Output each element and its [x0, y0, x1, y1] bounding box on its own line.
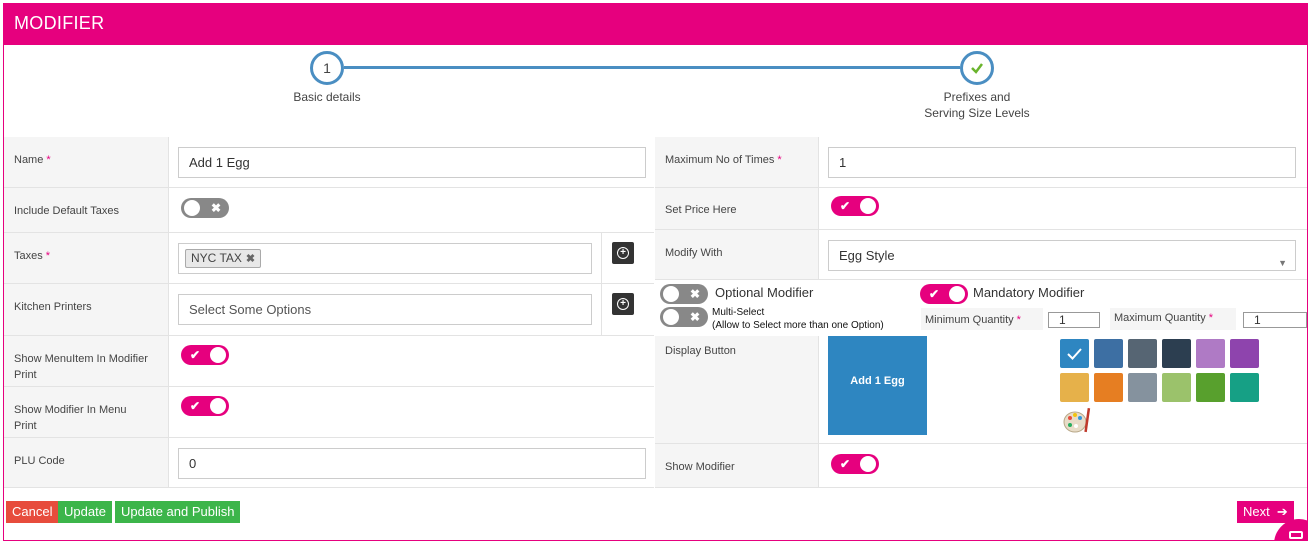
- row-show-menuitem: Show MenuItem In Modifier Print ✔: [4, 336, 654, 387]
- min-qty-label: Minimum Quantity *: [925, 314, 1021, 326]
- name-label: Name *: [14, 154, 51, 166]
- max-times-label: Maximum No of Times *: [665, 154, 782, 166]
- check-icon: ✔: [190, 399, 201, 413]
- modifier-panel: MODIFIER 1 Basic details Prefixes and Se…: [3, 3, 1308, 541]
- color-swatch[interactable]: [1196, 339, 1225, 368]
- max-qty-input[interactable]: 1: [1243, 312, 1307, 328]
- row-modify-with: Modify With Egg Style ▼: [655, 230, 1307, 280]
- row-show-modifier-menu: Show Modifier In Menu Print ✔: [4, 387, 654, 438]
- row-show-modifier: Show Modifier ✔: [655, 444, 1307, 488]
- dropdown-arrow-icon: ▼: [1278, 258, 1287, 268]
- set-price-toggle[interactable]: ✔: [831, 196, 879, 216]
- taxes-label: Taxes *: [14, 250, 51, 262]
- taxes-multiselect[interactable]: NYC TAX ✖: [178, 243, 592, 274]
- color-swatch[interactable]: [1060, 373, 1089, 402]
- check-icon: ✔: [840, 199, 851, 213]
- kitchen-printers-select[interactable]: Select Some Options: [178, 294, 592, 325]
- plus-icon: +: [617, 298, 629, 310]
- name-input[interactable]: Add 1 Egg: [178, 147, 646, 178]
- plu-code-input[interactable]: 0: [178, 448, 646, 479]
- mandatory-modifier-toggle[interactable]: ✔: [920, 284, 968, 304]
- mandatory-modifier-label: Mandatory Modifier: [973, 285, 1085, 300]
- optional-modifier-toggle[interactable]: ✖: [660, 284, 708, 304]
- add-printer-button[interactable]: +: [612, 293, 634, 315]
- color-swatch[interactable]: [1196, 373, 1225, 402]
- check-icon: ✔: [190, 348, 201, 362]
- remove-chip-icon[interactable]: ✖: [246, 253, 255, 265]
- row-max-times: Maximum No of Times * 1: [655, 137, 1307, 188]
- display-button-label: Display Button: [665, 345, 736, 357]
- step-2-label: Prefixes and Serving Size Levels: [904, 89, 1050, 121]
- arrow-right-icon: ➔: [1276, 504, 1288, 519]
- x-icon: ✖: [689, 310, 700, 324]
- check-icon: [971, 63, 983, 74]
- modifier-options: ✖ Optional Modifier ✔ Mandatory Modifier…: [655, 280, 1307, 336]
- max-qty-label: Maximum Quantity *: [1114, 312, 1213, 324]
- kitchen-printers-label: Kitchen Printers: [14, 301, 92, 313]
- multi-select-toggle[interactable]: ✖: [660, 307, 708, 327]
- include-default-taxes-label: Include Default Taxes: [14, 205, 119, 217]
- plus-icon: +: [617, 247, 629, 259]
- x-icon: ✖: [689, 287, 700, 301]
- modify-with-label: Modify With: [665, 247, 723, 259]
- row-display-button: Display Button Add 1 Egg: [655, 336, 1307, 444]
- multi-select-label: Multi-Select (Allow to Select more than …: [712, 307, 884, 331]
- row-kitchen-printers: Kitchen Printers Select Some Options +: [4, 284, 654, 336]
- color-swatch[interactable]: [1128, 373, 1157, 402]
- check-icon: ✔: [929, 287, 940, 301]
- show-modifier-label: Show Modifier: [665, 461, 735, 473]
- show-modifier-toggle[interactable]: ✔: [831, 454, 879, 474]
- max-times-input[interactable]: 1: [828, 147, 1296, 178]
- modify-with-select[interactable]: Egg Style ▼: [828, 240, 1296, 271]
- panel-header: MODIFIER: [4, 3, 1307, 45]
- palette-icon[interactable]: [1062, 406, 1092, 441]
- stepper-line: [344, 66, 960, 69]
- show-modifier-menu-label: Show Modifier In Menu Print: [14, 404, 127, 432]
- step-1-circle[interactable]: 1: [310, 51, 344, 85]
- show-menuitem-label: Show MenuItem In Modifier Print: [14, 353, 148, 381]
- row-include-default-taxes: Include Default Taxes ✖: [4, 188, 654, 233]
- page-title: MODIFIER: [14, 13, 105, 33]
- row-name: Name * Add 1 Egg: [4, 137, 654, 188]
- display-button-preview[interactable]: Add 1 Egg: [828, 336, 927, 435]
- update-button[interactable]: Update: [58, 501, 112, 523]
- include-default-taxes-toggle[interactable]: ✖: [181, 198, 229, 218]
- row-plu-code: PLU Code 0: [4, 438, 654, 488]
- color-swatch[interactable]: [1094, 339, 1123, 368]
- row-set-price: Set Price Here ✔: [655, 188, 1307, 230]
- add-tax-button[interactable]: +: [612, 242, 634, 264]
- cancel-button[interactable]: Cancel: [6, 501, 59, 523]
- color-swatch[interactable]: [1162, 373, 1191, 402]
- min-qty-input[interactable]: 1: [1048, 312, 1100, 328]
- next-button[interactable]: Next ➔: [1237, 501, 1294, 523]
- step-2-label-line2: Serving Size Levels: [924, 106, 1030, 120]
- plu-code-label: PLU Code: [14, 455, 65, 467]
- tax-chip: NYC TAX ✖: [185, 249, 262, 268]
- step-2-label-line1: Prefixes and: [943, 90, 1011, 104]
- color-swatch[interactable]: [1094, 373, 1123, 402]
- step-2-circle[interactable]: [960, 51, 994, 85]
- check-icon: ✔: [840, 457, 851, 471]
- color-swatch[interactable]: [1230, 373, 1259, 402]
- color-swatch[interactable]: [1060, 339, 1089, 368]
- color-swatch[interactable]: [1162, 339, 1191, 368]
- color-swatch[interactable]: [1230, 339, 1259, 368]
- optional-modifier-label: Optional Modifier: [715, 285, 814, 300]
- x-icon: ✖: [210, 201, 221, 215]
- set-price-label: Set Price Here: [665, 204, 737, 216]
- step-1-number: 1: [323, 60, 331, 76]
- selected-check-icon: [1067, 348, 1082, 360]
- show-modifier-menu-toggle[interactable]: ✔: [181, 396, 229, 416]
- chat-icon: [1289, 531, 1303, 539]
- update-publish-button[interactable]: Update and Publish: [115, 501, 241, 523]
- color-swatch[interactable]: [1128, 339, 1157, 368]
- show-menuitem-toggle[interactable]: ✔: [181, 345, 229, 365]
- row-taxes: Taxes * NYC TAX ✖ +: [4, 233, 654, 284]
- step-1-label: Basic details: [293, 90, 361, 104]
